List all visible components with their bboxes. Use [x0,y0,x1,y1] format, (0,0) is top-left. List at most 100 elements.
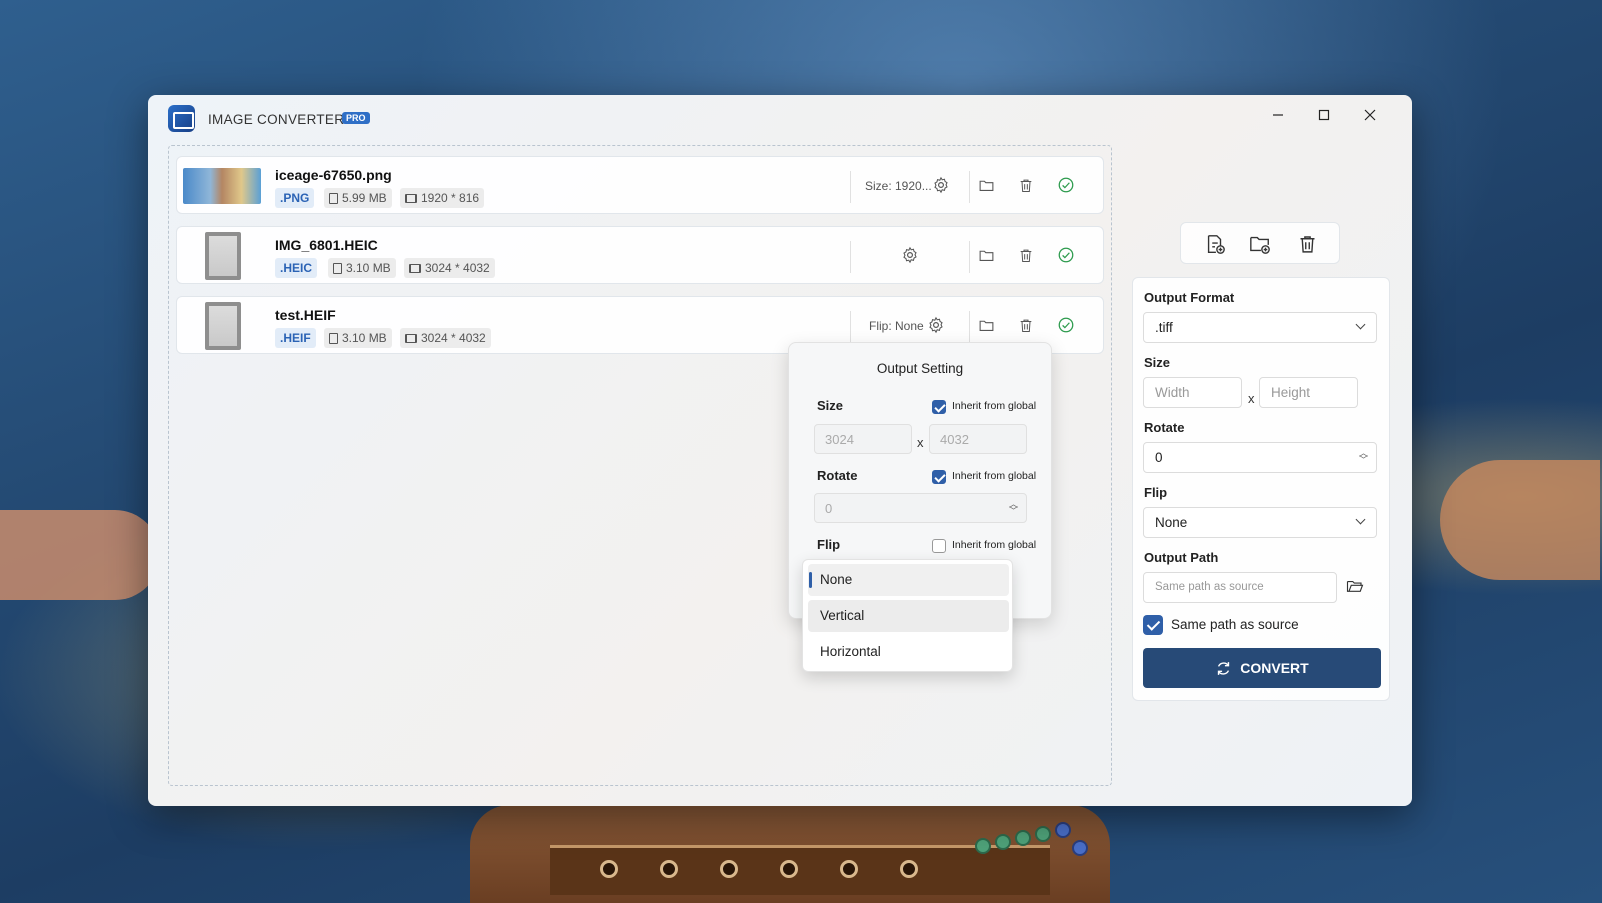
folder-icon [979,320,993,331]
rotate-input[interactable]: 0 ︿ ﹀ [1143,442,1377,473]
file-name: iceage-67650.png [275,167,392,183]
popover-height-input[interactable]: 4032 [929,424,1027,454]
output-format-value: .tiff [1155,320,1173,335]
output-format-select[interactable]: .tiff [1143,312,1377,343]
file-settings-button[interactable] [899,244,921,266]
rotate-label: Rotate [1144,420,1185,435]
flip-option-vertical[interactable]: Vertical [808,600,1009,632]
file-toolbar [1180,222,1340,264]
title-bar: IMAGE CONVERTER PRO [148,95,1412,141]
file-dimensions-tag: 1920 * 816 [400,188,485,208]
maximize-icon [1318,109,1330,121]
spinner-arrows-icon[interactable]: ︿ ﹀ [1359,449,1368,465]
app-logo-icon [168,105,195,132]
delete-file-button[interactable] [1015,174,1037,196]
file-dimensions-tag: 3024 * 4032 [404,258,495,278]
add-folder-button[interactable] [1248,232,1272,256]
add-files-button[interactable] [1203,232,1227,256]
wallpaper-belt-hole [840,860,858,878]
popover-size-label: Size [817,398,844,413]
flip-option-horizontal[interactable]: Horizontal [808,636,1009,668]
minimize-icon [1273,114,1283,116]
file-row[interactable]: IMG_6801.HEIC .HEIC 3.10 MB 3024 * 4032 [176,226,1104,284]
rotate-inherit-checkbox[interactable] [932,470,946,484]
convert-button[interactable]: CONVERT [1143,648,1381,688]
flip-inherit-label: Inherit from global [952,539,1037,551]
check-circle-icon [1058,317,1074,333]
file-icon [329,332,338,344]
flip-select[interactable]: None [1143,507,1377,538]
flip-option-none[interactable]: None [808,564,1009,596]
trash-icon [1300,236,1314,253]
popover-rotate-input[interactable]: 0 ︿ ﹀ [814,493,1027,523]
close-icon [1364,109,1376,121]
minimize-button[interactable] [1258,101,1298,129]
status-done-indicator [1055,244,1077,266]
size-inherit-checkbox[interactable] [932,400,946,414]
status-done-indicator [1055,174,1077,196]
wallpaper-bead [1072,840,1088,856]
wallpaper-hand-left [0,510,160,600]
file-setting-summary: Size: 1920... [865,179,932,193]
delete-file-button[interactable] [1015,244,1037,266]
wallpaper-bead [975,838,991,854]
file-ext-badge: .PNG [275,188,315,208]
wallpaper-belt-hole [600,860,618,878]
file-dimensions: 1920 * 816 [421,191,480,205]
output-path-input[interactable]: Same path as source [1143,572,1337,603]
size-separator: x [1248,391,1255,406]
file-setting-summary: Flip: None [869,319,924,333]
rotate-value: 0 [1155,450,1163,465]
open-folder-button[interactable] [975,174,997,196]
file-size: 3.10 MB [342,331,387,345]
spinner-arrows-icon[interactable]: ︿ ﹀ [1009,500,1018,516]
file-settings-button[interactable] [930,174,952,196]
wallpaper-belt-hole [900,860,918,878]
refresh-icon [1218,661,1230,675]
file-dimensions-tag: 3024 * 4032 [400,328,491,348]
global-settings-panel: Output Format .tiff Size Width x Height … [1132,277,1390,701]
file-row[interactable]: iceage-67650.png .PNG 5.99 MB 1920 * 816… [176,156,1104,214]
file-name: IMG_6801.HEIC [275,237,378,253]
file-settings-button[interactable] [925,314,947,336]
gear-icon [903,246,917,264]
gear-icon [934,176,948,194]
close-button[interactable] [1350,101,1390,129]
wallpaper-bead [1035,826,1051,842]
divider [969,241,970,273]
file-icon [329,192,338,204]
popover-width-input[interactable]: 3024 [814,424,912,454]
browse-output-path-button[interactable] [1344,575,1366,597]
file-size-tag: 5.99 MB [324,188,392,208]
same-path-label: Same path as source [1171,617,1299,632]
gear-icon [929,316,943,334]
status-done-indicator [1055,314,1077,336]
add-folder-icon [1250,236,1270,254]
same-path-checkbox[interactable] [1143,615,1163,635]
file-thumbnail [205,302,241,350]
folder-open-icon [1346,580,1364,592]
open-folder-button[interactable] [975,314,997,336]
wallpaper-belt-hole [720,860,738,878]
app-title: IMAGE CONVERTER [208,112,345,127]
clear-all-button[interactable] [1295,232,1319,256]
maximize-button[interactable] [1304,101,1344,129]
file-icon [333,262,342,274]
divider [850,311,851,343]
height-input[interactable]: Height [1259,377,1358,408]
trash-icon [1020,249,1032,262]
dimensions-icon [405,333,417,343]
width-input[interactable]: Width [1143,377,1242,408]
file-ext-badge: .HEIF [275,328,316,348]
delete-file-button[interactable] [1015,314,1037,336]
open-folder-button[interactable] [975,244,997,266]
output-path-label: Output Path [1144,550,1219,565]
app-window: IMAGE CONVERTER PRO iceage-67650.png .PN… [148,95,1412,806]
wallpaper-bead [1015,830,1031,846]
flip-label: Flip [1144,485,1168,500]
flip-inherit-checkbox[interactable] [932,539,946,553]
dimensions-icon [405,193,417,203]
file-ext-badge: .HEIC [275,258,318,278]
popover-rotate-value: 0 [825,501,833,516]
folder-icon [979,250,993,261]
